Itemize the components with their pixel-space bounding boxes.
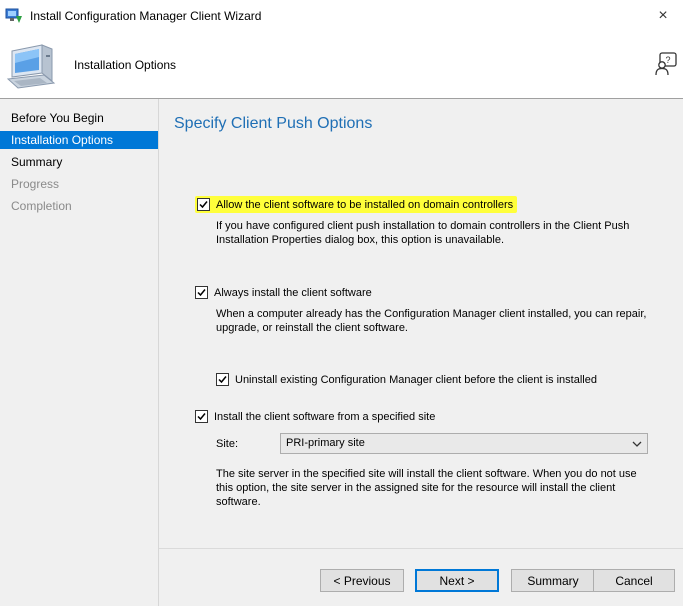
domain-controllers-option[interactable]: Allow the client software to be installe… bbox=[195, 196, 518, 213]
next-button[interactable]: Next > bbox=[415, 569, 499, 592]
always-install-checkbox[interactable] bbox=[195, 286, 208, 299]
always-install-description: When a computer already has the Configur… bbox=[216, 308, 647, 334]
always-install-option[interactable]: Always install the client software bbox=[195, 286, 372, 299]
step-summary[interactable]: Summary bbox=[0, 153, 158, 171]
previous-button[interactable]: < Previous bbox=[320, 569, 404, 592]
computer-icon bbox=[6, 44, 56, 89]
uninstall-existing-label: Uninstall existing Configuration Manager… bbox=[235, 373, 597, 386]
site-dropdown-value: PRI-primary site bbox=[286, 437, 365, 449]
checkmark-icon bbox=[197, 289, 206, 297]
step-progress: Progress bbox=[11, 177, 60, 191]
close-button[interactable]: × bbox=[643, 0, 683, 32]
uninstall-existing-checkbox[interactable] bbox=[216, 373, 229, 386]
specified-site-description: The site server in the specified site wi… bbox=[216, 468, 637, 508]
summary-button[interactable]: Summary bbox=[511, 569, 595, 592]
site-label: Site: bbox=[216, 438, 239, 450]
page-title: Specify Client Push Options bbox=[174, 115, 373, 132]
wizard-content: Specify Client Push Options Allow the cl… bbox=[159, 99, 683, 606]
site-dropdown[interactable]: PRI-primary site bbox=[280, 433, 648, 454]
footer-divider bbox=[159, 548, 683, 549]
specified-site-checkbox[interactable] bbox=[195, 410, 208, 423]
wizard-steps-sidebar: Before You Begin Installation Options Su… bbox=[0, 99, 159, 606]
uninstall-existing-option[interactable]: Uninstall existing Configuration Manager… bbox=[216, 373, 597, 386]
svg-text:?: ? bbox=[665, 55, 670, 65]
domain-controllers-description: If you have configured client push insta… bbox=[216, 220, 630, 246]
domain-controllers-checkbox[interactable] bbox=[197, 198, 210, 211]
window-title: Install Configuration Manager Client Wiz… bbox=[30, 9, 262, 23]
specified-site-label: Install the client software from a speci… bbox=[214, 410, 436, 423]
checkmark-icon bbox=[218, 376, 227, 384]
header-title: Installation Options bbox=[74, 58, 177, 72]
checkmark-icon bbox=[197, 413, 206, 421]
specified-site-option[interactable]: Install the client software from a speci… bbox=[195, 410, 435, 423]
domain-controllers-label: Allow the client software to be installe… bbox=[216, 198, 514, 211]
wizard-app-icon bbox=[5, 8, 22, 23]
step-before-you-begin[interactable]: Before You Begin bbox=[0, 109, 158, 127]
close-icon: × bbox=[658, 7, 668, 24]
wizard-header: Installation Options ? bbox=[0, 32, 683, 98]
cancel-button[interactable]: Cancel bbox=[593, 569, 675, 592]
always-install-label: Always install the client software bbox=[214, 286, 372, 299]
checkmark-icon bbox=[199, 201, 208, 209]
step-completion: Completion bbox=[11, 199, 72, 213]
chevron-down-icon bbox=[632, 441, 642, 447]
title-bar: Install Configuration Manager Client Wiz… bbox=[0, 0, 683, 32]
step-installation-options[interactable]: Installation Options bbox=[0, 131, 158, 149]
highlight-mark: Allow the client software to be installe… bbox=[195, 196, 518, 213]
user-help-icon[interactable]: ? bbox=[655, 52, 677, 76]
